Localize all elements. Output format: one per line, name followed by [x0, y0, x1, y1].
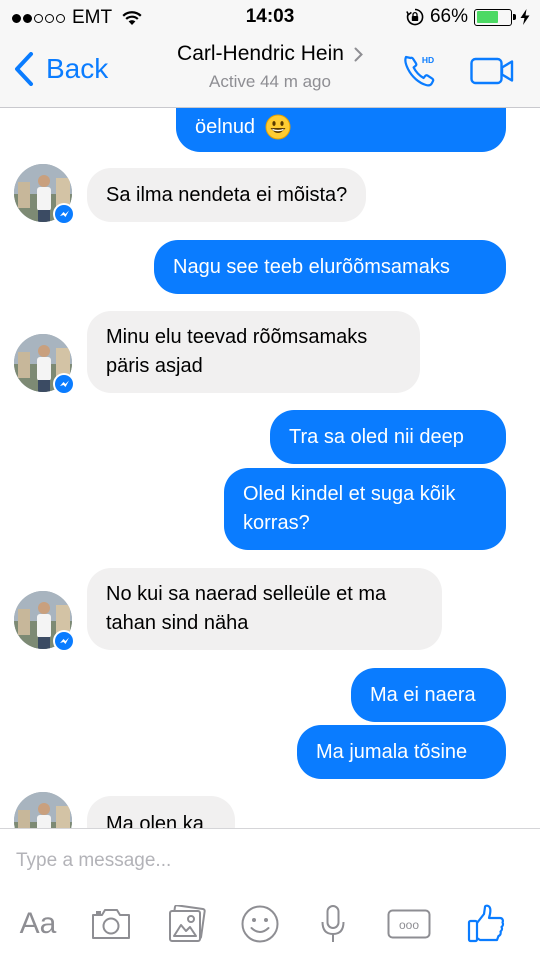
message-text-line: tahan sind näha — [106, 612, 249, 634]
emoji-icon[interactable] — [238, 899, 282, 949]
back-label: Back — [46, 53, 109, 84]
status-bar: EMT 14:03 66% — [0, 0, 540, 36]
video-camera-icon[interactable] — [470, 57, 514, 85]
message-bubble-incoming[interactable]: Minu elu teevad rõõmsamaks päris asjad — [87, 311, 420, 393]
message-bubble-outgoing[interactable]: Nagu see teeb elurõõmsamaks — [154, 240, 506, 294]
charging-bolt-icon — [520, 9, 530, 25]
contact-name: Carl-Hendric Hein — [177, 42, 344, 65]
message-bubble-outgoing[interactable]: Tra sa oled nii deep — [270, 410, 506, 464]
microphone-icon[interactable] — [316, 899, 350, 949]
contact-active-status: Active 44 m ago — [209, 72, 331, 91]
message-bubble-outgoing[interactable]: Ma ei naera — [351, 668, 506, 722]
message-input[interactable] — [16, 843, 516, 879]
rotation-lock-icon — [406, 8, 424, 26]
message-bubble-incoming[interactable]: Ma olen ka — [87, 796, 235, 828]
chevron-left-icon — [15, 52, 33, 86]
message-text-line: korras? — [243, 512, 310, 534]
message-text: Ma ei naera — [370, 683, 476, 706]
message-bubble-incoming[interactable]: No kui sa naerad selleüle et ma tahan si… — [87, 568, 442, 650]
navigation-bar: Back Carl-Hendric Hein Active 44 m ago H… — [0, 36, 540, 108]
composer-toolbar: Aa ooo — [0, 899, 540, 949]
messenger-badge-icon — [53, 630, 75, 652]
contact-header[interactable]: Carl-Hendric Hein Active 44 m ago — [140, 42, 400, 92]
phone-hd-icon[interactable]: HD — [400, 50, 440, 90]
message-composer: Aa — [0, 828, 540, 960]
chevron-right-icon — [354, 47, 363, 61]
message-bubble-outgoing[interactable]: Ma jumala tõsine — [297, 725, 506, 779]
message-thread[interactable]: öelnud Sa ilma nendeta ei mõista? Nagu s… — [0, 108, 540, 828]
message-bubble-outgoing[interactable]: öelnud — [176, 108, 506, 152]
message-text: öelnud — [195, 116, 256, 138]
message-text-line: No kui sa naerad selleüle et ma — [106, 583, 387, 605]
battery-percent: 66% — [429, 6, 468, 27]
message-bubble-incoming[interactable]: Sa ilma nendeta ei mõista? — [87, 168, 367, 222]
camera-icon[interactable] — [88, 899, 134, 949]
messenger-badge-icon — [53, 373, 75, 395]
messenger-badge-icon — [53, 203, 75, 225]
message-text: Sa ilma nendeta ei mõista? — [106, 183, 348, 206]
message-text: Tra sa oled nii deep — [289, 425, 464, 448]
battery-icon — [474, 8, 516, 26]
photo-gallery-icon[interactable] — [165, 899, 209, 949]
message-text: Ma olen ka — [106, 813, 204, 828]
message-text-line: päris asjad — [106, 355, 203, 377]
hd-label: HD — [422, 55, 434, 65]
contact-name-row: Carl-Hendric Hein — [177, 42, 363, 66]
battery-level-fill — [476, 11, 499, 23]
message-text-line: Oled kindel et suga kõik — [243, 483, 456, 505]
message-text: Ma jumala tõsine — [316, 740, 468, 763]
thumbs-up-icon[interactable] — [464, 899, 508, 949]
message-bubble-outgoing[interactable]: Oled kindel et suga kõik korras? — [224, 468, 506, 550]
avatar[interactable] — [14, 792, 72, 828]
message-text-line: Minu elu teevad rõõmsamaks — [106, 326, 368, 348]
text-format-icon[interactable]: Aa — [14, 899, 62, 949]
more-label: ooo — [399, 918, 419, 932]
grinning-emoji-icon — [265, 114, 291, 140]
message-text: Nagu see teeb elurõõmsamaks — [173, 255, 450, 278]
more-icon[interactable]: ooo — [386, 899, 432, 949]
back-button[interactable]: Back — [14, 52, 108, 86]
status-right: 66% — [406, 6, 530, 28]
